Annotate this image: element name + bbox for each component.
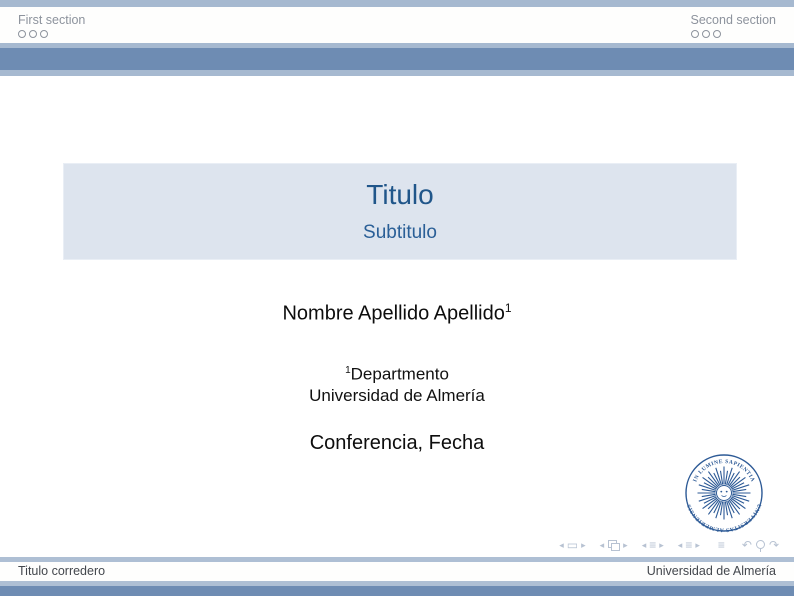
next-frame-icon[interactable]: ▸: [623, 537, 628, 553]
miniframe-dots-second: [691, 30, 776, 38]
section-nav-second[interactable]: Second section: [691, 13, 776, 38]
author-line: Nombre Apellido Apellido1: [0, 301, 794, 326]
frame-icon[interactable]: [608, 540, 619, 551]
footline-rule-steel: [0, 586, 794, 596]
slide-icon[interactable]: ▭: [567, 537, 578, 553]
frame-dot[interactable]: [18, 30, 26, 38]
header-rule-light-lower: [0, 70, 794, 76]
next-section-icon[interactable]: ▸: [695, 537, 700, 553]
forward-icon[interactable]: ↷: [769, 537, 779, 553]
prev-frame-icon[interactable]: ◂: [600, 537, 605, 553]
footline-institution: Universidad de Almería: [647, 564, 776, 578]
top-edge-bar: [0, 0, 794, 7]
section-icon[interactable]: ≡: [685, 537, 692, 553]
prev-section-icon[interactable]: ◂: [678, 537, 683, 553]
navigation-symbols: ◂ ▭ ▸ ◂ ▸ ◂ ≡ ▸ ◂ ≡ ▸ ≡ ↶ ↷: [557, 537, 780, 553]
footline: Titulo corredero Universidad de Almería: [0, 562, 794, 581]
section-label-first[interactable]: First section: [18, 13, 85, 27]
seal-face-eye: [720, 491, 722, 493]
section-label-second[interactable]: Second section: [691, 13, 776, 27]
title-block: Titulo Subtitulo: [63, 163, 737, 260]
back-icon[interactable]: ↶: [742, 537, 752, 553]
institute-department-line: 1Departmento: [0, 360, 794, 385]
institute-department: Departmento: [351, 365, 449, 384]
miniframe-dots-first: [18, 30, 85, 38]
next-slide-icon[interactable]: ▸: [581, 537, 586, 553]
prev-subsection-icon[interactable]: ◂: [642, 537, 647, 553]
slide-title: Titulo: [64, 177, 736, 213]
frame-dot[interactable]: [40, 30, 48, 38]
slide-subtitle: Subtitulo: [64, 220, 736, 246]
next-subsection-icon[interactable]: ▸: [659, 537, 664, 553]
frame-dot[interactable]: [702, 30, 710, 38]
headline-bar: First section Second section: [0, 7, 794, 43]
search-icon[interactable]: [755, 539, 766, 552]
author-affiliation-mark: 1: [505, 301, 512, 315]
seal-sun-face: [717, 486, 732, 501]
frame-dot[interactable]: [713, 30, 721, 38]
frame-dot[interactable]: [29, 30, 37, 38]
subsection-icon[interactable]: ≡: [649, 537, 656, 553]
author-name: Nombre Apellido Apellido: [282, 303, 504, 325]
section-nav-first[interactable]: First section: [18, 13, 85, 38]
frame-dot[interactable]: [691, 30, 699, 38]
seal-face-eye: [726, 491, 728, 493]
conference-date: Conferencia, Fecha: [0, 432, 794, 455]
prev-slide-icon[interactable]: ◂: [559, 537, 564, 553]
university-seal-logo: IN LUMINE SAPIENTIA UNIVERSITAS ALMERIEN…: [684, 453, 764, 533]
institute-block: 1Departmento Universidad de Almería: [0, 360, 794, 407]
header-rule-steel: [0, 48, 794, 70]
footline-short-title: Titulo corredero: [18, 564, 105, 578]
appendix-icon[interactable]: ≡: [718, 537, 725, 553]
beamer-slide: First section Second section Titulo Subt…: [0, 0, 794, 596]
institute-university: Universidad de Almería: [0, 385, 794, 407]
